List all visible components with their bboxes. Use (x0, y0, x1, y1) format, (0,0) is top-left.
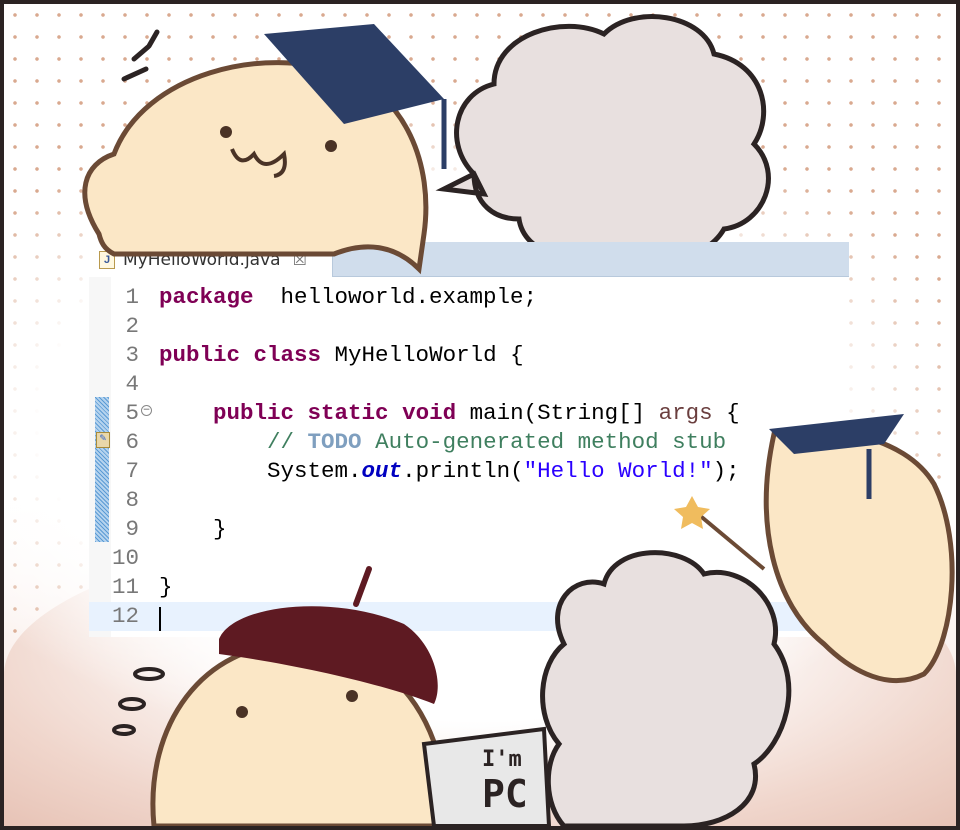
sign-line-2: PC (482, 772, 528, 816)
sign-line-1: I'm (482, 747, 522, 772)
thought-cloud-bottom (540, 550, 792, 826)
characters-illustration (82, 24, 955, 826)
sign-text: I'm PC (482, 746, 528, 814)
graduate-blob-top-left (82, 24, 447, 275)
illustration-frame: J MyHelloWorld.java ☒ 1 package helloworl… (0, 0, 960, 830)
